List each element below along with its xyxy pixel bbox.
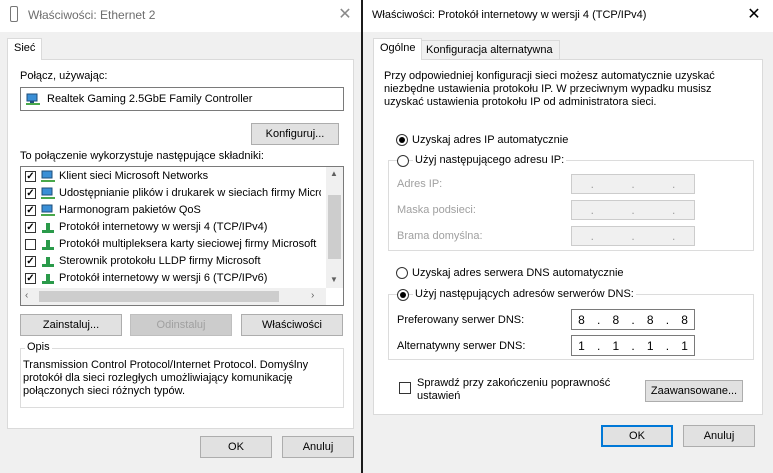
dns-manual-group: Użyj następujących adresów serwerów DNS:… [388,288,754,360]
dns-preferred-label: Preferowany serwer DNS: [397,314,525,326]
qos-icon [41,204,55,216]
scroll-right-icon[interactable]: › [311,290,314,301]
ipv4-properties-dialog: Właściwości: Protokół internetowy w wers… [363,0,773,473]
ok-button[interactable]: OK [601,425,673,447]
protocol-icon [41,221,55,233]
checkbox[interactable] [25,239,36,250]
subnet-mask-field: ... [571,200,695,220]
vertical-scrollbar[interactable]: ▲ ▼ [326,167,343,288]
tab-panel: Przy odpowiedniej konfiguracji sieci moż… [373,59,763,415]
checkbox[interactable]: ✓ [25,273,36,284]
list-item[interactable]: ✓ Klient sieci Microsoft Networks [21,168,321,185]
components-rows: ✓ Klient sieci Microsoft Networks ✓ Udos… [21,167,321,288]
title-bar: Właściwości: Ethernet 2 ✕ [0,0,361,32]
checkbox[interactable]: ✓ [25,171,36,182]
tab-alternate-config[interactable]: Konfiguracja alternatywna [419,40,560,60]
list-item[interactable]: Protokół multipleksera karty sieciowej f… [21,236,321,253]
list-item[interactable]: ✓ Protokół internetowy w wersji 6 (TCP/I… [21,270,321,287]
checkbox[interactable]: ✓ [25,222,36,233]
adapter-field: Realtek Gaming 2.5GbE Family Controller [20,87,344,111]
title-bar: Właściwości: Protokół internetowy w wers… [363,0,773,32]
ip-auto-label[interactable]: Uzyskaj adres IP automatycznie [412,134,568,146]
dns-alternate-field[interactable]: 1.1.1.1 [571,335,695,356]
network-adapter-icon [26,93,40,105]
components-label: To połączenie wykorzystuje następujące s… [20,150,264,162]
checkbox[interactable]: ✓ [25,205,36,216]
subnet-mask-label: Maska podsieci: [397,204,476,216]
gateway-field: ... [571,226,695,246]
close-icon[interactable]: ✕ [324,0,361,30]
list-item[interactable]: ✓ Udostępnianie plików i drukarek w siec… [21,185,321,202]
horizontal-scrollbar[interactable]: ‹ › [21,288,326,305]
network-client-icon [41,170,55,182]
ip-address-label: Adres IP: [397,178,443,190]
tab-network[interactable]: Sieć [7,38,43,60]
ip-manual-radio[interactable] [397,155,409,167]
validate-label[interactable]: Sprawdź przy zakończeniu poprawność usta… [417,377,617,403]
info-text: Przy odpowiedniej konfiguracji sieci moż… [384,70,715,108]
ip-manual-group: Użyj następującego adresu IP: Adres IP: … [388,154,754,251]
scroll-down-icon[interactable]: ▼ [330,275,338,284]
list-item[interactable]: ✓ Harmonogram pakietów QoS [21,202,321,219]
cancel-button[interactable]: Anuluj [683,425,755,447]
protocol-icon [41,272,55,284]
dns-preferred-field[interactable]: 8.8.8.8 [571,309,695,330]
description-text: Transmission Control Protocol/Internet P… [23,359,309,397]
dns-auto-radio[interactable] [396,267,408,279]
advanced-button[interactable]: Zaawansowane... [645,380,743,402]
configure-button[interactable]: Konfiguruj... [251,123,339,145]
install-button[interactable]: Zainstaluj... [20,314,122,336]
dns-manual-label[interactable]: Użyj następujących adresów serwerów DNS: [413,288,636,300]
ethernet-properties-dialog: Właściwości: Ethernet 2 ✕ Sieć Połącz, u… [0,0,361,473]
ip-address-field: ... [571,174,695,194]
dns-manual-radio[interactable] [397,289,409,301]
scroll-left-icon[interactable]: ‹ [25,290,28,301]
ip-manual-label[interactable]: Użyj następującego adresu IP: [413,154,567,166]
tab-panel: Połącz, używając: Realtek Gaming 2.5GbE … [7,59,354,429]
checkbox[interactable]: ✓ [25,256,36,267]
validate-checkbox[interactable] [399,382,411,394]
properties-button[interactable]: Właściwości [241,314,343,336]
checkbox[interactable]: ✓ [25,188,36,199]
uninstall-button: Odinstaluj [130,314,232,336]
ip-auto-radio[interactable] [396,134,408,146]
protocol-icon [41,238,55,250]
list-item[interactable]: ✓ Protokół internetowy w wersji 4 (TCP/I… [21,219,321,236]
protocol-icon [41,255,55,267]
tab-general[interactable]: Ogólne [373,38,423,60]
scroll-thumb[interactable] [39,291,279,302]
scroll-up-icon[interactable]: ▲ [330,169,338,178]
dns-auto-label[interactable]: Uzyskaj adres serwera DNS automatycznie [412,267,624,279]
list-item[interactable]: ✓ Sterownik protokołu LLDP firmy Microso… [21,253,321,270]
description-title: Opis [25,341,52,353]
window-title: Właściwości: Ethernet 2 [28,8,156,22]
window-title: Właściwości: Protokół internetowy w wers… [372,9,647,21]
ok-button[interactable]: OK [200,436,272,458]
components-list: ✓ Klient sieci Microsoft Networks ✓ Udos… [20,166,344,306]
description-group: Opis Transmission Control Protocol/Inter… [20,341,344,408]
cancel-button[interactable]: Anuluj [282,436,354,458]
file-sharing-icon [41,187,55,199]
app-icon [10,6,18,22]
gateway-label: Brama domyślna: [397,230,483,242]
connect-using-label: Połącz, używając: [20,70,108,82]
close-icon[interactable]: ✕ [733,0,773,30]
dns-alternate-label: Alternatywny serwer DNS: [397,340,526,352]
scroll-thumb[interactable] [328,195,341,259]
adapter-name: Realtek Gaming 2.5GbE Family Controller [47,93,253,105]
